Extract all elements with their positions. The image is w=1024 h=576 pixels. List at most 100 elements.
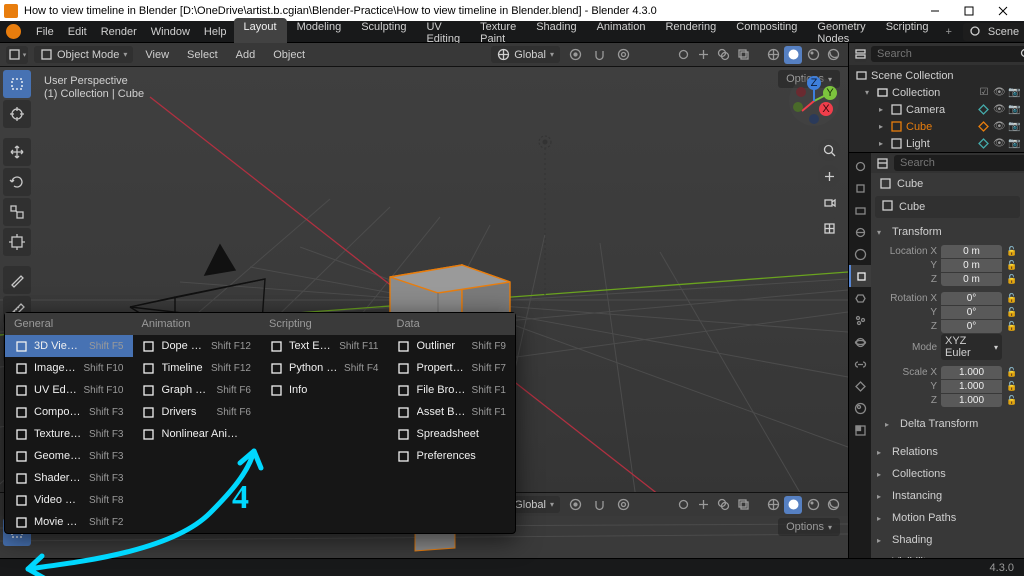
overlay-toggle[interactable] (714, 46, 732, 64)
shading-material[interactable] (804, 46, 822, 64)
disclosure-icon[interactable]: ▾ (862, 88, 872, 97)
properties-tab-object[interactable] (849, 265, 871, 287)
shading-rendered-b[interactable] (824, 496, 842, 514)
outliner-row-cube[interactable]: ▸Cube👁📷 (849, 118, 1024, 135)
rotation-z-field[interactable]: 0° (941, 320, 1002, 333)
viewport-options-dropdown-b[interactable]: Options▾ (778, 518, 840, 536)
shading-solid[interactable] (784, 46, 802, 64)
properties-tab-modifier[interactable] (849, 287, 871, 309)
snap-toggle-b[interactable] (590, 496, 608, 514)
eye-icon[interactable]: 👁 (993, 87, 1005, 98)
editor-menu-item-nonlinear-animation[interactable]: Nonlinear Animation (133, 423, 261, 445)
outliner-row-camera[interactable]: ▸Camera👁📷 (849, 101, 1024, 118)
scene-selector[interactable] (963, 23, 1024, 41)
xray-toggle-b[interactable] (734, 496, 752, 514)
render-icon[interactable]: 📷 (1008, 87, 1020, 98)
render-icon[interactable]: 📷 (1008, 104, 1020, 115)
workspace-add-button[interactable]: + (938, 23, 958, 41)
overlay-toggle-b[interactable] (714, 496, 732, 514)
menu-add[interactable]: Add (230, 47, 262, 63)
scale-y-field[interactable]: 1.000 (941, 380, 1002, 393)
render-icon[interactable]: 📷 (1008, 138, 1020, 149)
properties-tab-scene[interactable] (849, 221, 871, 243)
outliner-tree[interactable]: Scene Collection ▾ Collection ☑👁📷 ▸Camer… (849, 65, 1024, 152)
rotation-mode-dropdown[interactable]: XYZ Euler▾ (941, 334, 1002, 360)
editor-menu-item-image-editor[interactable]: Image EditorShift F10 (5, 357, 133, 379)
panel-shading-header[interactable]: ▸Shading (875, 530, 1020, 550)
proportional-edit-toggle[interactable] (614, 46, 632, 64)
shading-solid-b[interactable] (784, 496, 802, 514)
lock-icon[interactable]: 🔓 (1006, 260, 1018, 271)
properties-tab-data[interactable] (849, 375, 871, 397)
window-close-button[interactable] (986, 0, 1020, 21)
panel-transform-header[interactable]: ▾Transform (875, 222, 1020, 242)
location-z-field[interactable]: 0 m (941, 273, 1002, 286)
location-y-field[interactable]: 0 m (941, 259, 1002, 272)
lock-icon[interactable]: 🔓 (1006, 274, 1018, 285)
menu-help[interactable]: Help (197, 23, 234, 41)
rotation-y-field[interactable]: 0° (941, 306, 1002, 319)
orientation-dropdown[interactable]: Global ▾ (491, 46, 560, 63)
properties-tab-texture[interactable] (849, 419, 871, 441)
scene-name-input[interactable] (986, 25, 1024, 39)
outliner-search-input[interactable] (871, 46, 1024, 62)
panel-delta-transform-header[interactable]: ▸Delta Transform (885, 414, 1018, 434)
eye-icon[interactable]: 👁 (993, 104, 1005, 115)
editor-menu-item-uv-editor[interactable]: UV EditorShift F10 (5, 379, 133, 401)
menu-edit[interactable]: Edit (61, 23, 94, 41)
pivot-dropdown[interactable] (566, 46, 584, 64)
editor-menu-item-3d-viewport[interactable]: 3D ViewportShift F5 (5, 335, 133, 357)
properties-tab-view[interactable] (849, 199, 871, 221)
properties-tab-physics[interactable] (849, 331, 871, 353)
tool-cursor[interactable] (3, 100, 31, 128)
menu-object[interactable]: Object (267, 47, 311, 63)
navigation-gizmo[interactable]: Y X Z (788, 75, 840, 127)
panel-motion-paths-header[interactable]: ▸Motion Paths (875, 508, 1020, 528)
editor-menu-item-info[interactable]: Info (260, 379, 388, 401)
editor-menu-item-compositor[interactable]: CompositorShift F3 (5, 401, 133, 423)
shading-wireframe-b[interactable] (764, 496, 782, 514)
outliner-row-scene[interactable]: Scene Collection (849, 67, 1024, 84)
pan-icon[interactable] (818, 165, 840, 187)
camera-view-icon[interactable] (818, 191, 840, 213)
shading-wireframe[interactable] (764, 46, 782, 64)
properties-editor-selector[interactable] (876, 155, 889, 171)
xray-toggle[interactable] (734, 46, 752, 64)
shading-material-b[interactable] (804, 496, 822, 514)
tool-transform[interactable] (3, 228, 31, 256)
rotation-x-field[interactable]: 0° (941, 292, 1002, 305)
lock-icon[interactable]: 🔓 (1006, 381, 1018, 392)
snap-toggle[interactable] (590, 46, 608, 64)
scale-z-field[interactable]: 1.000 (941, 394, 1002, 407)
render-icon[interactable]: 📷 (1008, 121, 1020, 132)
tool-annotate[interactable] (3, 266, 31, 294)
exclude-checkbox[interactable]: ☑ (978, 87, 990, 98)
editor-type-selector-top[interactable]: ▾ (6, 46, 28, 64)
perspective-toggle-icon[interactable] (818, 217, 840, 239)
mode-dropdown[interactable]: Object Mode ▾ (34, 46, 133, 63)
gizmo-toggle[interactable] (694, 46, 712, 64)
lock-icon[interactable]: 🔓 (1006, 293, 1018, 304)
properties-tab-material[interactable] (849, 397, 871, 419)
editor-menu-item-geometry-node-editor[interactable]: Geometry Node EditorShift F3 (5, 445, 133, 467)
editor-menu-item-texture-node-editor[interactable]: Texture Node EditorShift F3 (5, 423, 133, 445)
tool-select-box[interactable] (3, 70, 31, 98)
editor-menu-item-outliner[interactable]: OutlinerShift F9 (388, 335, 516, 357)
eye-icon[interactable]: 👁 (993, 121, 1005, 132)
proportional-edit-toggle-b[interactable] (614, 496, 632, 514)
disclosure-icon[interactable]: ▸ (876, 139, 886, 148)
lock-icon[interactable]: 🔓 (1006, 307, 1018, 318)
lock-icon[interactable]: 🔓 (1006, 367, 1018, 378)
menu-file[interactable]: File (29, 23, 61, 41)
outliner-row-light[interactable]: ▸Light👁📷 (849, 135, 1024, 152)
panel-instancing-header[interactable]: ▸Instancing (875, 486, 1020, 506)
editor-menu-item-timeline[interactable]: TimelineShift F12 (133, 357, 261, 379)
visibility-toggle-b[interactable] (674, 496, 692, 514)
properties-tab-world[interactable] (849, 243, 871, 265)
menu-window[interactable]: Window (144, 23, 197, 41)
lock-icon[interactable]: 🔓 (1006, 321, 1018, 332)
window-maximize-button[interactable] (952, 0, 986, 21)
outliner-editor-selector[interactable] (854, 46, 867, 62)
menu-select[interactable]: Select (181, 47, 224, 63)
menu-view[interactable]: View (139, 47, 175, 63)
